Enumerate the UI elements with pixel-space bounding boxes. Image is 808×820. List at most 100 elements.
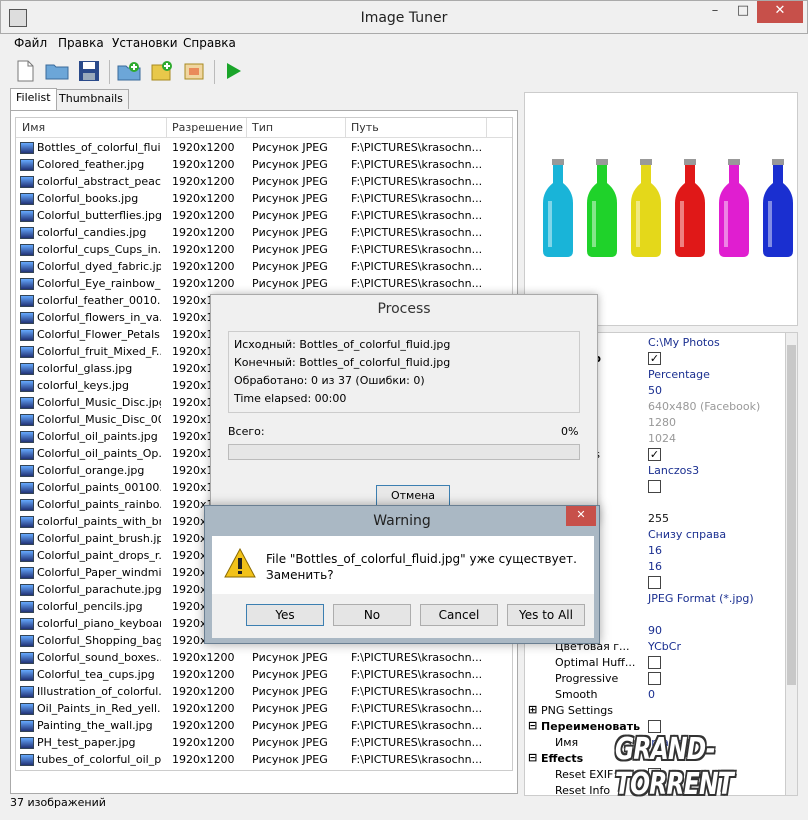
property-value[interactable]: JPEG Format (*.jpg) — [648, 592, 754, 605]
properties-scrollbar[interactable] — [785, 333, 797, 795]
table-row[interactable]: Oil_Paints_in_Red_yell... 1920x1200 Рисуно… — [16, 701, 512, 718]
property-checkbox[interactable] — [648, 480, 661, 493]
property-value[interactable]: 16 — [648, 560, 662, 573]
table-row[interactable]: PH_test_paper.jpg 1920x1200 Рисунок JPEG F:… — [16, 735, 512, 752]
process-dialog: Process Исходный: Bottles_of_colorful_fl… — [210, 294, 598, 524]
table-row[interactable]: colorful_candies.jpg 1920x1200 Рисунок JPE… — [16, 225, 512, 242]
file-name: Illustration_of_colorful... — [37, 685, 161, 698]
table-row[interactable]: Colorful_tea_cups.jpg 1920x1200 Рисунок JP… — [16, 667, 512, 684]
property-checkbox[interactable] — [648, 672, 661, 685]
property-checkbox[interactable] — [648, 656, 661, 669]
property-checkbox[interactable]: ✓ — [648, 352, 661, 365]
file-name: Colorful_Music_Disc_00... — [37, 413, 161, 426]
table-row[interactable]: Bottles_of_colorful_flui... 1920x1200 Рису… — [16, 140, 512, 157]
menu-edit[interactable]: Правка — [58, 36, 104, 50]
property-value[interactable]: 1024 — [648, 432, 676, 445]
file-name: Colorful_paint_drops_r... — [37, 549, 161, 562]
column-path[interactable]: Путь — [351, 121, 379, 134]
property-value[interactable]: 16 — [648, 544, 662, 557]
property-value[interactable]: 1280 — [648, 416, 676, 429]
column-type[interactable]: Тип — [252, 121, 273, 134]
expand-icon[interactable]: ⊞ — [528, 703, 537, 716]
file-name: Colorful_Shopping_bag... — [37, 634, 161, 647]
property-value[interactable]: 255 — [648, 512, 669, 525]
menu-file[interactable]: Файл — [14, 36, 47, 50]
file-type: Рисунок JPEG — [252, 141, 328, 154]
cancel-button[interactable]: Cancel — [420, 604, 498, 626]
property-value[interactable]: 50 — [648, 384, 662, 397]
warning-line-2: Заменить? — [266, 568, 334, 582]
property-value[interactable]: Снизу справа — [648, 528, 726, 541]
table-row[interactable]: Colorful_books.jpg 1920x1200 Рисунок JPEG F… — [16, 191, 512, 208]
column-resolution[interactable]: Разрешение — [172, 121, 243, 134]
process-source: Исходный: Bottles_of_colorful_fluid.jpg — [234, 338, 451, 351]
save-icon[interactable] — [76, 58, 102, 84]
no-button[interactable]: No — [333, 604, 411, 626]
table-row[interactable]: Illustration_of_colorful... 1920x1200 Рису… — [16, 684, 512, 701]
tab-filelist[interactable]: Filelist — [10, 88, 57, 110]
table-row[interactable]: Colorful_butterflies.jpg 1920x1200 Рисунок… — [16, 208, 512, 225]
process-percent: 0% — [561, 425, 579, 438]
table-row[interactable]: Colorful_dyed_fabric.jpg 1920x1200 Рисунок… — [16, 259, 512, 276]
warning-message: File "Bottles_of_colorful_fluid.jpg" уже… — [266, 551, 577, 583]
property-row[interactable]: Progressive — [525, 671, 787, 687]
image-file-icon — [20, 448, 34, 460]
property-value[interactable]: YCbCr — [648, 640, 681, 653]
property-checkbox[interactable]: ✓ — [648, 448, 661, 461]
toolbar — [0, 54, 808, 88]
process-cancel-button[interactable]: Отмена — [376, 485, 450, 507]
file-path: F:\PICTURES\krasochn... — [351, 141, 481, 154]
file-resolution: 1920x1200 — [172, 226, 235, 239]
image-file-icon — [20, 363, 34, 375]
file-type: Рисунок JPEG — [252, 685, 328, 698]
property-label: PNG Settings — [541, 704, 613, 717]
file-name: colorful_abstract_peac... — [37, 175, 161, 188]
file-name: Colorful_oil_paints.jpg — [37, 430, 158, 443]
property-value[interactable]: C:\My Photos — [648, 336, 720, 349]
file-name: Colorful_flowers_in_va... — [37, 311, 161, 324]
new-file-icon[interactable] — [12, 58, 38, 84]
menu-settings[interactable]: Установки — [112, 36, 178, 50]
property-row[interactable]: Optimal Huff... — [525, 655, 787, 671]
table-row[interactable]: Painting_the_wall.jpg 1920x1200 Рисунок JP… — [16, 718, 512, 735]
image-file-icon — [20, 227, 34, 239]
open-folder-icon[interactable] — [44, 58, 70, 84]
property-value[interactable]: 0 — [648, 688, 655, 701]
menu-help[interactable]: Справка — [183, 36, 236, 50]
minimize-button[interactable]: – — [701, 1, 729, 23]
file-type: Рисунок JPEG — [252, 209, 328, 222]
table-row[interactable]: Colored_feather.jpg 1920x1200 Рисунок JPEG… — [16, 157, 512, 174]
yes-to-all-button[interactable]: Yes to All — [507, 604, 585, 626]
collapse-icon[interactable]: ⊟ — [528, 751, 537, 764]
add-image-icon[interactable] — [149, 58, 175, 84]
process-info-box: Исходный: Bottles_of_colorful_fluid.jpg … — [228, 331, 580, 413]
property-row[interactable]: ⊞ PNG Settings — [525, 703, 787, 719]
maximize-button[interactable]: □ — [729, 1, 757, 23]
column-name[interactable]: Имя — [22, 121, 45, 134]
property-value[interactable]: Percentage — [648, 368, 710, 381]
property-checkbox[interactable] — [648, 576, 661, 589]
warning-close-button[interactable]: ✕ — [566, 506, 596, 526]
table-row[interactable]: colorful_cups_Cups_in... 1920x1200 Рисунок… — [16, 242, 512, 259]
file-type: Рисунок JPEG — [252, 753, 328, 766]
collapse-icon[interactable]: ⊟ — [528, 719, 537, 732]
property-row[interactable]: Smooth 0 — [525, 687, 787, 703]
file-type: Рисунок JPEG — [252, 719, 328, 732]
table-row[interactable]: Colorful_Eye_rainbow_... 1920x1200 Рисунок… — [16, 276, 512, 293]
add-folder-icon[interactable] — [116, 58, 142, 84]
property-label: Reset Info — [555, 784, 611, 796]
file-name: Colorful_paint_brush.jpg — [37, 532, 161, 545]
table-row[interactable]: tubes_of_colorful_oil_p... 1920x1200 Рисун… — [16, 752, 512, 769]
image-file-icon — [20, 380, 34, 392]
property-value[interactable]: Lanczos3 — [648, 464, 699, 477]
tab-thumbnails[interactable]: Thumbnails — [53, 89, 129, 109]
play-icon[interactable] — [220, 58, 246, 84]
property-value[interactable]: 90 — [648, 624, 662, 637]
property-value[interactable]: 640x480 (Facebook) — [648, 400, 760, 413]
yes-button[interactable]: Yes — [246, 604, 324, 626]
remove-image-icon[interactable] — [182, 58, 208, 84]
table-row[interactable]: Colorful_sound_boxes.... 1920x1200 Рисунок… — [16, 650, 512, 667]
image-file-icon — [20, 533, 34, 545]
close-button[interactable]: ✕ — [757, 1, 803, 23]
table-row[interactable]: colorful_abstract_peac... 1920x1200 Рисуно… — [16, 174, 512, 191]
